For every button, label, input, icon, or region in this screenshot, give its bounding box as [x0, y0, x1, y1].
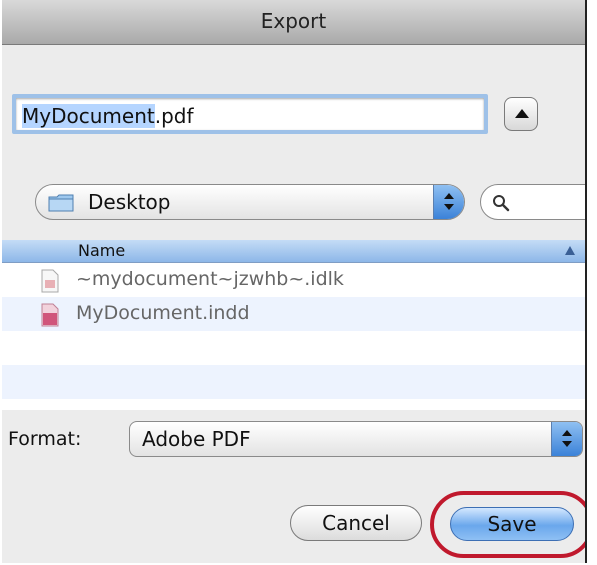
export-dialog: Export MyDocument.pdf Desktop Name ~mydo… — [2, 0, 587, 563]
disclosure-triangle-icon — [515, 109, 529, 118]
file-row[interactable]: ~mydocument~jzwhb~.idlk — [2, 263, 585, 297]
indesign-doc-icon — [41, 303, 59, 327]
location-popup[interactable]: Desktop — [35, 184, 465, 220]
title-bar[interactable]: Export — [2, 0, 585, 45]
name-column-header[interactable]: Name — [2, 240, 585, 263]
folder-icon — [48, 194, 74, 212]
lock-file-icon — [41, 269, 59, 293]
window-title: Export — [260, 9, 327, 33]
cancel-button[interactable]: Cancel — [290, 505, 422, 541]
up-down-arrows-icon — [551, 422, 582, 456]
format-popup[interactable]: Adobe PDF — [129, 421, 583, 457]
file-list: Name ~mydocument~jzwhb~.idlk MyDocument.… — [2, 240, 585, 410]
name-column-label: Name — [78, 241, 126, 260]
magnifier-icon — [493, 195, 510, 212]
file-name: MyDocument.indd — [76, 302, 250, 324]
location-label: Desktop — [88, 190, 171, 214]
search-field[interactable] — [480, 184, 585, 220]
file-name: ~mydocument~jzwhb~.idlk — [76, 268, 344, 290]
empty-row — [2, 365, 585, 399]
filename-extension: .pdf — [154, 104, 194, 128]
format-value: Adobe PDF — [142, 427, 251, 451]
file-row[interactable]: MyDocument.indd — [2, 297, 585, 331]
sort-indicator-icon — [565, 246, 575, 255]
save-highlight-circle — [430, 491, 585, 558]
save-as-field[interactable]: MyDocument.pdf — [12, 94, 488, 134]
empty-row — [2, 331, 585, 365]
filename-selected-text: MyDocument — [22, 104, 155, 128]
format-label: Format: — [8, 428, 82, 450]
expand-dialog-button[interactable] — [504, 97, 538, 131]
up-down-arrows-icon — [433, 185, 464, 219]
